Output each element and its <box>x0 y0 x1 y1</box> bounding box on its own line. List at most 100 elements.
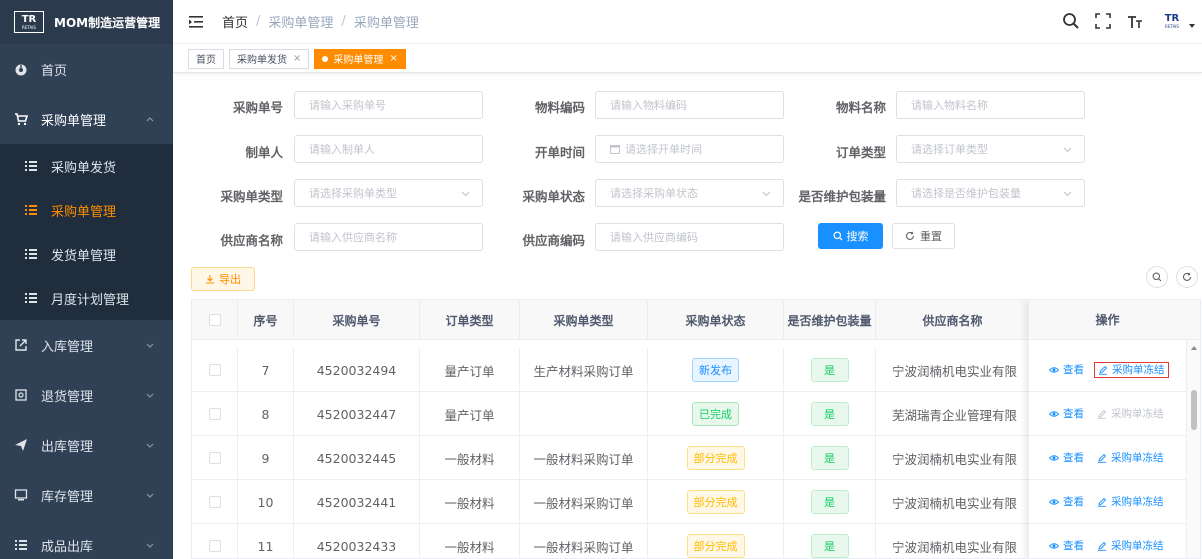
monitor-icon <box>14 489 28 501</box>
po-status-placeholder: 请选择采购单状态 <box>610 187 698 200</box>
breadcrumb-current: 采购单管理 <box>353 16 419 31</box>
cell-order-type: 量产订单 <box>420 348 520 392</box>
view-link-label: 查看 <box>1063 496 1084 508</box>
tag-po-delivery[interactable]: 采购单发货 × <box>229 48 310 69</box>
close-icon[interactable]: × <box>293 53 301 64</box>
view-link[interactable]: 查看 <box>1049 538 1084 553</box>
search-button[interactable]: 搜索 <box>818 223 883 249</box>
operations-body: 查看 采购单冻结 查看 采购单冻结 查看 采购单冻结 查看 采购单冻结 查看 采… <box>1029 348 1186 558</box>
row-checkbox[interactable] <box>208 540 221 552</box>
select-all-checkbox[interactable] <box>208 314 221 326</box>
cell-po-no: 4520032494 <box>294 348 420 392</box>
order-type-select[interactable]: 请选择订单类型 <box>896 135 1085 163</box>
col-order-type: 订单类型 <box>420 300 520 340</box>
user-avatar[interactable]: TR RETAIS <box>1158 12 1186 30</box>
sidebar-item-inventory[interactable]: 库存管理 <box>0 470 173 520</box>
po-no-input[interactable]: 请输入采购单号 <box>294 91 483 119</box>
operations-row: 查看 采购单冻结 <box>1029 436 1186 480</box>
list-icon <box>25 293 37 303</box>
open-time-picker[interactable]: 请选择开单时间 <box>595 135 784 163</box>
supplier-name-input[interactable]: 请输入供应商名称 <box>294 223 483 251</box>
sidebar-item-purchase[interactable]: 采购单管理 <box>0 94 173 144</box>
cell-po-status: 部分完成 <box>648 524 784 558</box>
sidebar-item-outbound[interactable]: 出库管理 <box>0 420 173 470</box>
font-size-icon[interactable] <box>1126 12 1144 30</box>
sidebar-item-monthly-plan[interactable]: 月度计划管理 <box>0 276 173 320</box>
refresh-table-button[interactable] <box>1176 266 1198 288</box>
close-icon[interactable]: × <box>389 53 397 64</box>
tag-po-management[interactable]: 采购单管理 × <box>314 48 406 69</box>
row-select-cell <box>192 348 238 392</box>
view-link[interactable]: 查看 <box>1049 406 1084 421</box>
supplier-code-input[interactable]: 请输入供应商编码 <box>595 223 784 251</box>
edit-icon <box>1099 365 1108 375</box>
supplier-name-placeholder: 请输入供应商名称 <box>309 231 397 244</box>
sidebar-item-po-delivery[interactable]: 采购单发货 <box>0 144 173 188</box>
cell-order-type: 一般材料 <box>420 524 520 558</box>
tag-label: 采购单发货 <box>237 55 287 66</box>
sidebar-item-po-management[interactable]: 采购单管理 <box>0 188 173 232</box>
label-supplier-name: 供应商名称 <box>220 233 283 248</box>
chevron-up-icon <box>146 117 154 122</box>
sidebar-item-home[interactable]: 首页 <box>0 44 173 94</box>
row-checkbox[interactable] <box>208 364 221 376</box>
maintain-packaging-select[interactable]: 请选择是否维护包装量 <box>896 179 1085 207</box>
row-checkbox[interactable] <box>208 408 221 420</box>
tag-home[interactable]: 首页 <box>188 48 224 69</box>
sidebar-item-finished-goods[interactable]: 成品出库 <box>0 520 173 559</box>
creator-input[interactable]: 请输入制单人 <box>294 135 483 163</box>
cell-po-no: 4520032445 <box>294 436 420 480</box>
search-button-label: 搜索 <box>846 230 869 243</box>
row-checkbox[interactable] <box>208 496 221 508</box>
fullscreen-icon[interactable] <box>1094 12 1112 30</box>
cell-po-no: 4520032447 <box>294 392 420 436</box>
cell-po-type: 一般材料采购订单 <box>520 436 648 480</box>
maintain-badge: 是 <box>810 446 849 470</box>
sidebar-item-inbound[interactable]: 入库管理 <box>0 320 173 370</box>
cell-po-status: 新发布 <box>648 348 784 392</box>
external-link-icon <box>15 339 27 351</box>
export-button[interactable]: 导出 <box>191 267 255 291</box>
freeze-link-label: 采购单冻结 <box>1112 364 1165 376</box>
material-code-input[interactable]: 请输入物料编码 <box>595 91 784 119</box>
sidebar-item-delivery-management[interactable]: 发货单管理 <box>0 232 173 276</box>
chevron-down-icon <box>146 493 154 498</box>
sidebar-item-returns[interactable]: 退货管理 <box>0 370 173 420</box>
search-icon[interactable] <box>1062 12 1080 30</box>
sidebar-item-label: 月度计划管理 <box>51 292 130 308</box>
po-type-select[interactable]: 请选择采购单类型 <box>294 179 483 207</box>
view-link[interactable]: 查看 <box>1049 362 1084 377</box>
logo-mark: TR <box>21 13 37 25</box>
freeze-link[interactable]: 采购单冻结 <box>1094 361 1169 378</box>
scrollbar-thumb[interactable] <box>1191 390 1197 430</box>
table-scrollbar[interactable] <box>1186 340 1200 558</box>
reset-button[interactable]: 重置 <box>892 223 955 249</box>
row-actions: 查看 采购单冻结 <box>1049 538 1167 554</box>
freeze-link[interactable]: 采购单冻结 <box>1094 450 1167 466</box>
freeze-link[interactable]: 采购单冻结 <box>1094 494 1167 510</box>
view-link[interactable]: 查看 <box>1049 450 1084 465</box>
label-open-time: 开单时间 <box>534 145 585 160</box>
reset-button-label: 重置 <box>920 230 942 243</box>
scroll-up-icon[interactable] <box>1190 344 1198 352</box>
material-name-input[interactable]: 请输入物料名称 <box>896 91 1085 119</box>
row-checkbox[interactable] <box>208 452 221 464</box>
breadcrumb-home[interactable]: 首页 <box>222 12 248 31</box>
chevron-down-icon <box>146 543 154 548</box>
top-icons: TR RETAIS <box>1048 12 1196 30</box>
eye-icon <box>1049 454 1059 461</box>
cell-order-type: 一般材料 <box>420 480 520 524</box>
row-actions: 查看 采购单冻结 <box>1049 361 1169 378</box>
cell-po-status: 部分完成 <box>648 480 784 524</box>
caret-down-icon[interactable] <box>1188 22 1196 30</box>
po-status-select[interactable]: 请选择采购单状态 <box>595 179 784 207</box>
send-icon <box>15 439 27 451</box>
cell-po-type: 生产材料采购订单 <box>520 348 648 392</box>
maintain-badge: 是 <box>810 358 849 382</box>
cell-po-type: 一般材料采购订单 <box>520 480 648 524</box>
toggle-search-button[interactable] <box>1146 266 1168 288</box>
freeze-link[interactable]: 采购单冻结 <box>1094 538 1167 554</box>
view-link[interactable]: 查看 <box>1049 494 1084 509</box>
menu-fold-icon[interactable] <box>188 14 204 30</box>
freeze-link-label: 采购单冻结 <box>1111 452 1164 464</box>
